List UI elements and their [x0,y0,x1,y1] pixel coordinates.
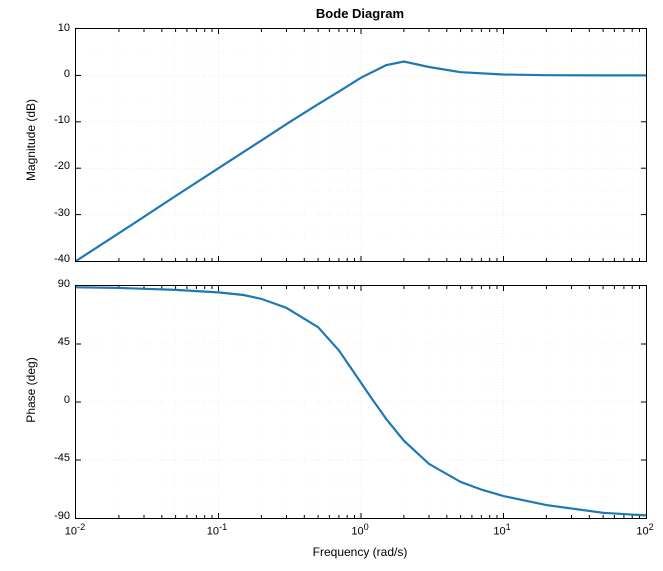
magnitude-axes [75,28,647,262]
frequency-xlabel: Frequency (rad/s) [75,545,645,559]
freq-xtick: 10-2 [55,522,95,538]
magnitude-ylabel: Magnitude (dB) [24,80,38,200]
mag-ytick: -20 [40,160,70,172]
phase-svg [76,286,646,518]
chart-title: Bode Diagram [75,6,645,21]
bode-figure: Bode Diagram [0,0,663,571]
mag-ytick: 0 [40,68,70,80]
phase-ytick: 45 [40,336,70,348]
phase-ytick: -45 [40,452,70,464]
phase-ytick: 0 [40,394,70,406]
freq-xtick: 10-1 [197,522,237,538]
mag-ytick: 10 [40,22,70,34]
mag-ytick: -30 [40,207,70,219]
phase-ylabel: Phase (deg) [24,340,38,440]
phase-ytick: 90 [40,278,70,290]
freq-xtick: 102 [625,522,663,538]
mag-ytick: -40 [40,253,70,265]
magnitude-svg [76,29,646,261]
freq-xtick: 100 [340,522,380,538]
phase-axes [75,285,647,519]
phase-ytick: -90 [40,510,70,522]
mag-ytick: -10 [40,114,70,126]
freq-xtick: 101 [482,522,522,538]
